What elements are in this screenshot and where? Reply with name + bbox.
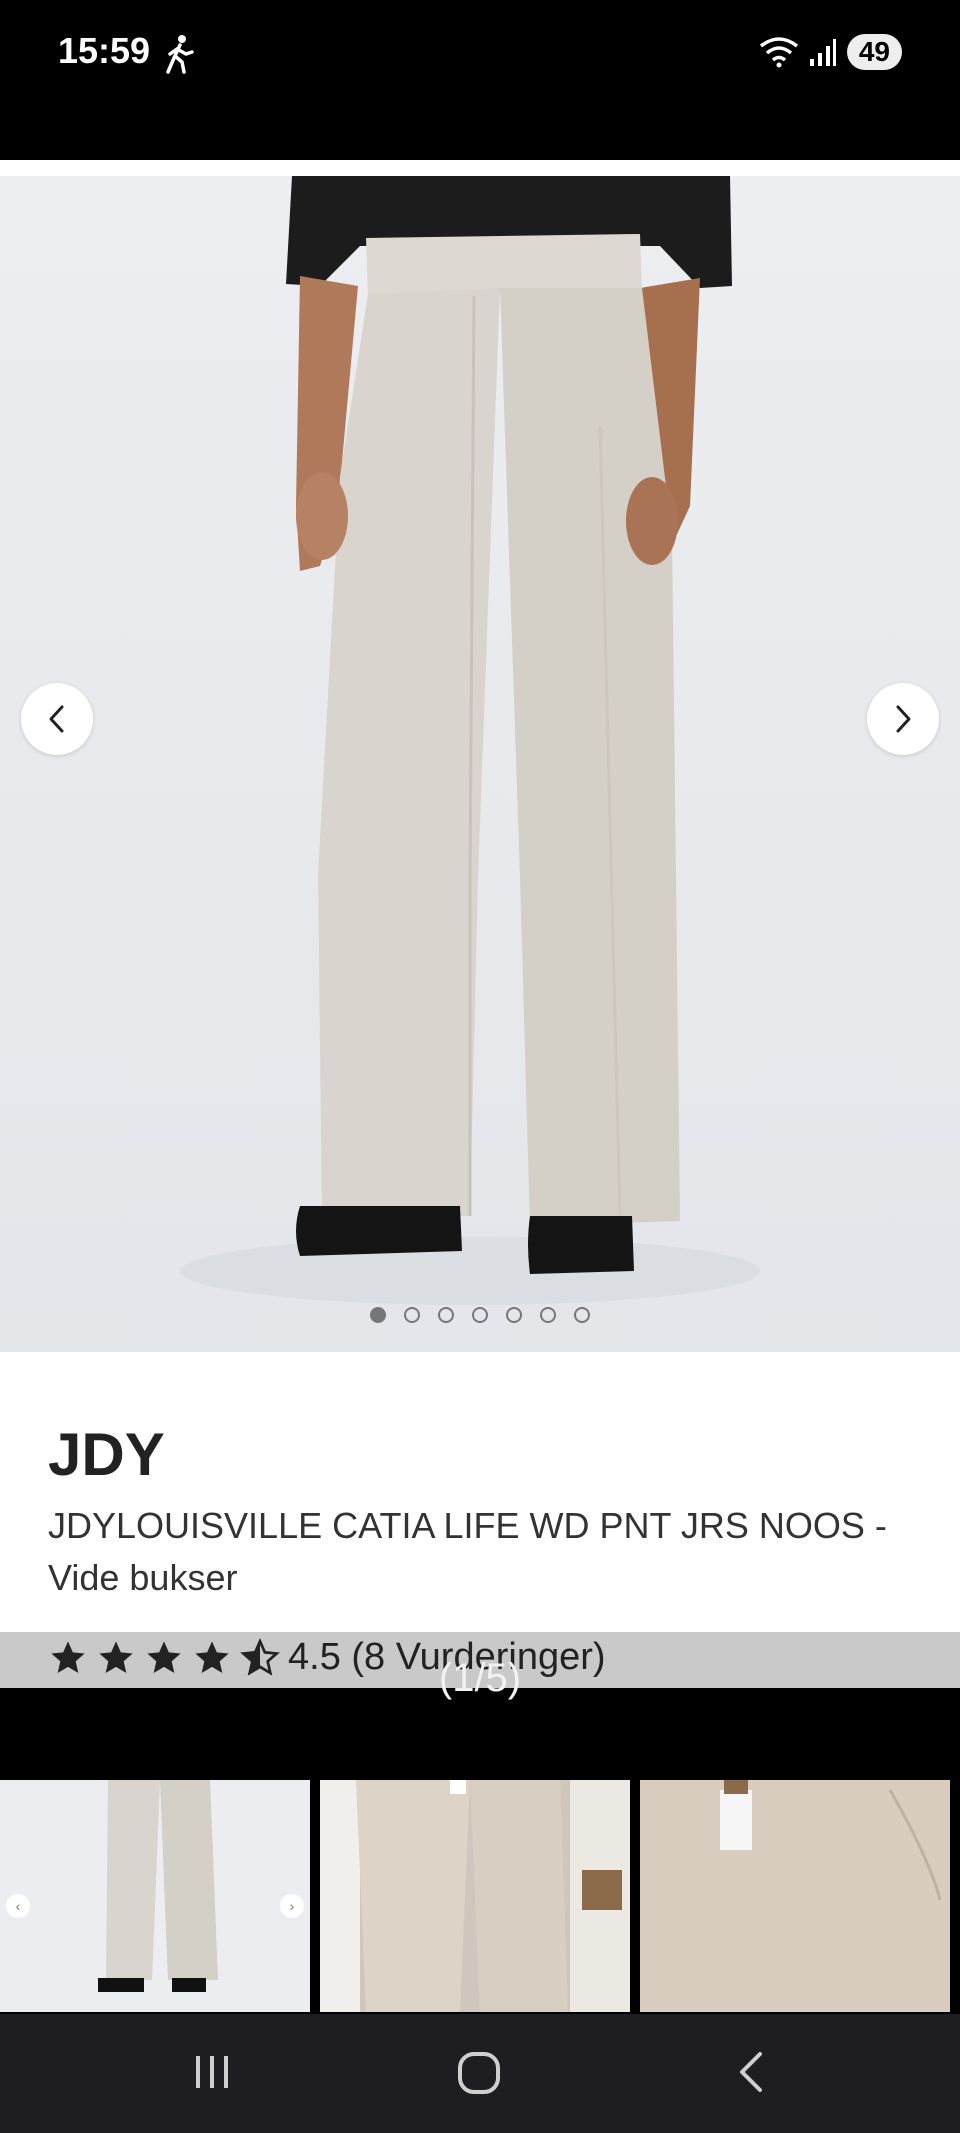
thumbnail-next-icon: › xyxy=(280,1893,304,1918)
prev-image-button[interactable] xyxy=(21,683,93,755)
pants-illustration xyxy=(180,176,760,1305)
gallery-pagination xyxy=(0,1307,960,1323)
wifi-icon xyxy=(759,37,798,68)
status-time: 15:59 xyxy=(58,30,151,71)
pagination-dot-5[interactable] xyxy=(506,1307,522,1323)
thumbnail-strip: ‹ › xyxy=(0,1778,960,2014)
signal-icon xyxy=(809,39,836,66)
product-image[interactable] xyxy=(0,176,960,1501)
status-right: 49 xyxy=(759,34,902,70)
thumbnail-1-image xyxy=(98,1780,218,1992)
thumbnail-prev-icon: ‹ xyxy=(6,1893,30,1918)
thumbnail-3[interactable] xyxy=(640,1780,950,2012)
pagination-dot-7[interactable] xyxy=(574,1307,590,1323)
product-title: JDYLOUISVILLE CATIA LIFE WD PNT JRS NOOS… xyxy=(48,1505,887,1598)
system-nav-bar xyxy=(0,2014,960,2133)
battery-indicator: 49 xyxy=(846,34,902,70)
status-bar: 15:59 49 xyxy=(0,0,960,160)
walking-icon xyxy=(166,35,194,74)
next-image-button[interactable] xyxy=(867,683,939,755)
chevron-right-icon xyxy=(896,705,911,733)
product-gallery[interactable] xyxy=(0,160,960,1501)
product-info: JDY JDYLOUISVILLE CATIA LIFE WD PNT JRS … xyxy=(0,1352,960,1632)
pagination-dot-4[interactable] xyxy=(472,1307,488,1323)
pagination-dot-6[interactable] xyxy=(540,1307,556,1323)
image-counter: (1/5) xyxy=(438,1656,522,1700)
back-icon[interactable] xyxy=(730,2050,774,2094)
pagination-dot-3[interactable] xyxy=(438,1307,454,1323)
recent-apps-icon[interactable] xyxy=(190,2050,234,2094)
home-icon[interactable] xyxy=(456,2050,502,2096)
thumbnail-3-image xyxy=(640,1780,950,2012)
pagination-dot-2[interactable] xyxy=(404,1307,420,1323)
brand-name[interactable]: JDY xyxy=(48,1420,165,1489)
thumbnail-1[interactable]: ‹ › xyxy=(0,1780,310,2012)
chevron-left-icon xyxy=(49,705,64,733)
thumbnail-2[interactable] xyxy=(320,1780,630,2012)
thumbnail-2-image xyxy=(320,1780,630,2012)
pagination-dot-1[interactable] xyxy=(370,1307,386,1323)
